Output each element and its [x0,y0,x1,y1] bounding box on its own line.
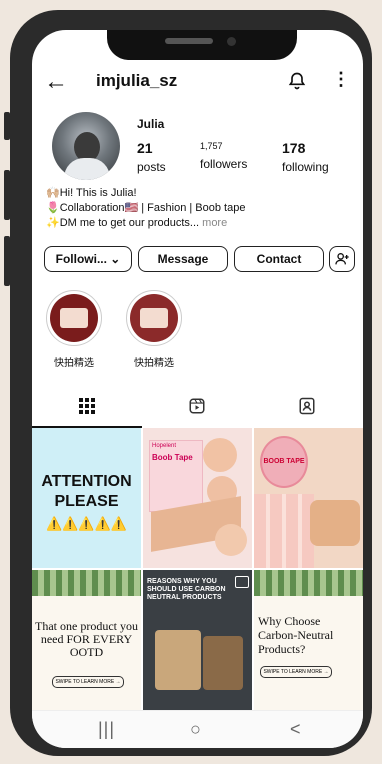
cotton-jar [155,630,201,690]
tab-grid[interactable] [32,386,142,428]
highlight-image [50,294,98,342]
post-title: Why Choose Carbon-Neutral Products? [258,614,334,656]
more-vertical-icon[interactable]: ⋮ [332,69,350,90]
speaker [165,38,213,44]
profile-tabs [32,386,363,428]
followers-count: 1,757 [200,141,223,151]
username: imjulia_sz [96,71,178,90]
swipe-cta: SWIPE TO LEARN MORE → [260,666,332,678]
post-title: ATTENTION PLEASE [41,473,132,510]
following-stat[interactable]: 178 following [282,140,329,174]
camera [227,37,236,46]
product-box: Hopelent Boob Tape [149,440,203,512]
post-title: That one product you need FOR EVERY OOTD [35,619,138,659]
bio-line: 🙌🏼Hi! This is Julia! [46,187,137,199]
notch [107,30,297,60]
pad-rows [254,494,314,568]
phone-side-button [4,112,10,140]
screen: ← imjulia_sz ⋮ Julia 21 posts 1,757 foll… [32,30,363,748]
post-tile[interactable]: Why Choose Carbon-Neutral Products? SWIP… [254,570,363,710]
following-label: following [282,160,329,174]
highlight-label: 快拍精选 [134,358,174,369]
brand-name: Hopelent [152,443,177,449]
following-count: 178 [282,140,306,156]
posts-count: 21 [137,140,153,156]
vine-decoration [254,570,363,596]
story-highlight[interactable]: 快拍精选 [124,290,184,369]
avatar[interactable] [52,112,120,180]
arrow-left-icon[interactable]: ← [44,68,68,96]
vine-decoration [32,570,141,596]
bio: 🙌🏼Hi! This is Julia! 🌷Collaboration🇺🇸 | … [46,186,245,231]
grid-icon [79,398,95,414]
reels-icon [235,576,249,588]
followers-stat[interactable]: 1,757 followers [200,141,247,171]
bio-line-text: ✨DM me to get our products... [46,217,200,229]
more-link[interactable]: more [199,217,227,229]
add-user-icon[interactable] [329,246,355,272]
product-tin: BOOB TAPE [260,436,308,488]
bell-icon[interactable] [287,70,307,92]
bio-line: 🌷Collaboration🇺🇸 | Fashion | Boob tape [46,202,246,214]
phone-volume-up [4,170,10,220]
posts-grid: ATTENTION PLEASE ⚠️⚠️⚠️⚠️⚠️ Hopelent Boo… [32,428,363,710]
followers-label: followers [200,157,248,171]
story-highlight[interactable]: 快拍精选 [44,290,104,369]
message-button[interactable]: Message [138,246,228,272]
tagged-icon [299,397,315,415]
post-tile[interactable]: BOOB TAPE [254,428,363,568]
highlight-label: 快拍精选 [54,358,94,369]
system-nav-bar: ||| ○ < [32,710,363,748]
recents-button[interactable]: ||| [98,719,115,740]
contact-button[interactable]: Contact [234,246,324,272]
back-button[interactable]: < [290,719,301,740]
warning-icons: ⚠️⚠️⚠️⚠️⚠️ [46,516,127,531]
phone-volume-down [4,236,10,286]
highlight-ring [46,290,102,346]
post-tile[interactable]: Hopelent Boob Tape [143,428,252,568]
posts-label: posts [137,160,166,174]
posts-stat[interactable]: 21 posts [137,140,166,174]
wooden-box [203,636,243,690]
following-button[interactable]: Followi... ⌄ [44,246,132,272]
bio-line: ✨DM me to get our products... more [46,216,245,231]
swipe-cta: SWIPE TO LEARN MORE → [52,676,124,688]
home-button[interactable]: ○ [190,719,201,740]
post-tile[interactable]: ATTENTION PLEASE ⚠️⚠️⚠️⚠️⚠️ [32,428,141,568]
tab-tagged[interactable] [252,386,362,426]
post-tile[interactable]: REASONS WHY YOU SHOULD USE CARBON NEUTRA… [143,570,252,710]
product-name: Boob Tape [152,453,193,462]
profile-header: ← imjulia_sz ⋮ [32,60,363,104]
display-name: Julia [137,117,165,131]
product-pad [203,438,237,472]
highlight-image [130,294,178,342]
post-title: REASONS WHY YOU SHOULD USE CARBON NEUTRA… [147,578,226,601]
tab-reels[interactable] [142,386,252,426]
product-pad [215,524,247,556]
reels-icon [189,398,205,414]
avatar-body [64,158,110,180]
post-tile[interactable]: That one product you need FOR EVERY OOTD… [32,570,141,710]
highlight-ring [126,290,182,346]
tape-roll [310,500,360,546]
